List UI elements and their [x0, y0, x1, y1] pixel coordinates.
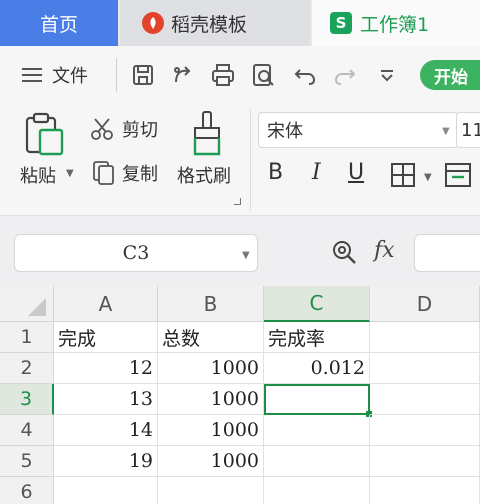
dialog-launcher-icon[interactable] [234, 198, 241, 205]
undo-icon[interactable] [292, 60, 318, 90]
font-name-value: 宋体 [267, 121, 303, 142]
column-header-d[interactable]: D [370, 286, 480, 322]
row-header-4[interactable]: 4 [0, 415, 54, 446]
borders-dropdown-icon[interactable]: ▼ [424, 172, 432, 183]
cell-c6[interactable] [264, 477, 370, 504]
column-header-a[interactable]: A [54, 286, 158, 322]
spreadsheet-logo-icon: S [330, 12, 352, 34]
tab-workbook[interactable]: S 工作簿1 [312, 0, 480, 46]
export-icon[interactable] [170, 60, 196, 90]
name-box[interactable]: C3 [14, 234, 258, 272]
bold-button[interactable]: B [268, 160, 283, 185]
column-header-b[interactable]: B [158, 286, 264, 322]
cell-b2[interactable]: 1000 [158, 353, 264, 384]
cell-c2[interactable]: 0.012 [264, 353, 370, 384]
cell-d1[interactable] [370, 322, 480, 353]
insert-function-button[interactable]: fx [374, 238, 395, 263]
cell-c1[interactable]: 完成率 [264, 322, 370, 353]
paste-icon[interactable] [24, 112, 66, 162]
cell-c5[interactable] [264, 446, 370, 477]
select-all-triangle-icon [28, 298, 46, 316]
row-header-3[interactable]: 3 [0, 384, 54, 415]
format-painter-icon[interactable] [190, 110, 226, 162]
file-menu-button[interactable]: 文件 [22, 60, 88, 90]
print-preview-icon[interactable] [250, 60, 276, 90]
cut-label: 剪切 [122, 120, 158, 141]
cell-d2[interactable] [370, 353, 480, 384]
scissors-icon [91, 118, 113, 140]
cell-style-icon[interactable] [444, 162, 474, 194]
zoom-icon[interactable] [330, 238, 358, 270]
italic-button[interactable]: I [312, 160, 321, 185]
borders-icon[interactable] [390, 162, 416, 194]
sheet-grid: A B C D 1 完成 总数 完成率 2 12 1000 0.012 3 13 1000 4 14 1000 5 1… [0, 286, 480, 504]
cell-d6[interactable] [370, 477, 480, 504]
cell-a4[interactable]: 14 [54, 415, 158, 446]
cell-a1[interactable]: 完成 [54, 322, 158, 353]
copy-label: 复制 [122, 164, 158, 185]
font-name-dropdown-icon[interactable]: ▼ [442, 126, 450, 137]
tab-template[interactable]: 稻壳模板 [120, 0, 310, 46]
copy-icon [93, 161, 114, 185]
toolbar-divider [116, 58, 117, 92]
cell-d3[interactable] [370, 384, 480, 415]
cell-d5[interactable] [370, 446, 480, 477]
cell-a3[interactable]: 13 [54, 384, 158, 415]
hamburger-icon [22, 68, 42, 82]
row-header-6[interactable]: 6 [0, 477, 54, 504]
cell-b1[interactable]: 总数 [158, 322, 264, 353]
cell-b5[interactable]: 1000 [158, 446, 264, 477]
row-header-5[interactable]: 5 [0, 446, 54, 477]
paste-button[interactable]: 粘贴 [20, 162, 56, 188]
cut-button[interactable]: 剪切 [90, 116, 158, 142]
cell-c3[interactable] [264, 384, 370, 415]
tab-home-label: 首页 [39, 13, 78, 36]
ribbon-divider [250, 110, 251, 210]
underline-button[interactable]: U [348, 160, 364, 185]
copy-button[interactable]: 复制 [92, 160, 158, 186]
name-box-dropdown-icon[interactable]: ▼ [242, 250, 250, 261]
cell-c4[interactable] [264, 415, 370, 446]
column-header-c[interactable]: C [264, 286, 370, 322]
font-name-select[interactable]: 宋体 [258, 112, 458, 148]
ribbon-home: 粘贴 ▼ 剪切 复制 格式刷 宋体 ▼ 11 B I U ▼ [0, 104, 480, 216]
cell-d4[interactable] [370, 415, 480, 446]
paste-dropdown-icon[interactable]: ▼ [66, 168, 74, 179]
cell-b3[interactable]: 1000 [158, 384, 264, 415]
tab-template-label: 稻壳模板 [171, 13, 248, 36]
start-tab-button[interactable]: 开始 [420, 60, 480, 90]
row-header-2[interactable]: 2 [0, 353, 54, 384]
more-dropdown-icon[interactable] [374, 60, 400, 90]
row-header-1[interactable]: 1 [0, 322, 54, 353]
format-painter-button[interactable]: 格式刷 [177, 162, 231, 188]
daoke-logo-icon [142, 12, 164, 34]
formula-input[interactable] [414, 234, 480, 272]
save-icon[interactable] [130, 60, 156, 90]
cell-a6[interactable] [54, 477, 158, 504]
select-all-corner[interactable] [0, 286, 54, 322]
tab-home[interactable]: 首页 [0, 0, 118, 46]
formula-bar: C3 ▼ fx [0, 216, 480, 286]
quick-access-toolbar: 文件 开始 [0, 46, 480, 104]
file-menu-label: 文件 [52, 66, 88, 87]
start-tab-label: 开始 [434, 67, 468, 88]
redo-icon[interactable] [332, 60, 358, 90]
cell-a2[interactable]: 12 [54, 353, 158, 384]
tab-workbook-label: 工作簿1 [360, 13, 430, 36]
font-size-value: 11 [461, 119, 480, 141]
print-icon[interactable] [210, 60, 236, 90]
cell-b4[interactable]: 1000 [158, 415, 264, 446]
title-tab-bar: 首页 稻壳模板 S 工作簿1 [0, 0, 480, 46]
cell-b6[interactable] [158, 477, 264, 504]
font-size-select[interactable]: 11 [456, 112, 480, 148]
cell-a5[interactable]: 19 [54, 446, 158, 477]
